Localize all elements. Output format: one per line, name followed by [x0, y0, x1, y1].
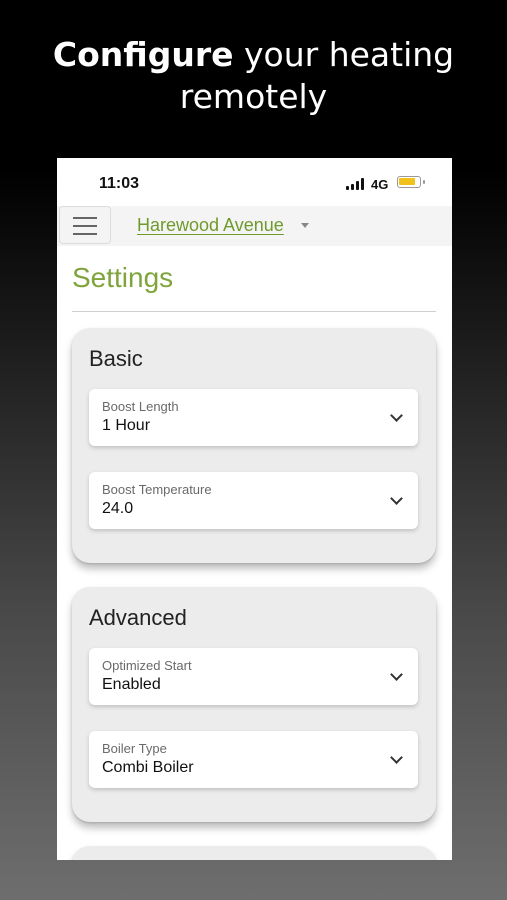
field-label: Optimized Start — [102, 658, 192, 673]
advanced-settings-card: Advanced Optimized Start Enabled Boiler … — [72, 587, 436, 822]
chevron-down-icon — [390, 668, 403, 681]
field-label: Boost Temperature — [102, 482, 212, 497]
next-settings-card — [72, 846, 436, 860]
promo-headline-bold: Configure — [52, 35, 234, 74]
network-type: 4G — [371, 177, 389, 192]
chevron-down-icon — [390, 409, 403, 422]
optimized-start-select[interactable]: Optimized Start Enabled — [89, 648, 418, 705]
promo-headline: Configure your heating remotely — [0, 34, 507, 118]
basic-settings-card: Basic Boost Length 1 Hour Boost Temperat… — [72, 328, 436, 563]
boiler-type-select[interactable]: Boiler Type Combi Boiler — [89, 731, 418, 788]
boost-length-select[interactable]: Boost Length 1 Hour — [89, 389, 418, 446]
top-navbar: Harewood Avenue — [57, 206, 452, 246]
hamburger-menu-icon[interactable] — [59, 206, 111, 244]
phone-screen: 11:03 4G Harewood Avenue Settings Basic … — [57, 158, 452, 860]
location-selector[interactable]: Harewood Avenue — [137, 215, 284, 236]
boost-temperature-select[interactable]: Boost Temperature 24.0 — [89, 472, 418, 529]
status-time: 11:03 — [99, 175, 140, 192]
field-value: Enabled — [102, 676, 161, 693]
signal-icon — [346, 178, 368, 190]
chevron-down-icon — [390, 751, 403, 764]
field-value: Combi Boiler — [102, 759, 194, 776]
page-title: Settings — [72, 262, 174, 293]
title-divider — [72, 311, 436, 312]
section-title-basic: Basic — [89, 346, 143, 371]
field-label: Boiler Type — [102, 741, 167, 756]
battery-icon — [397, 176, 425, 188]
field-value: 24.0 — [102, 500, 134, 517]
chevron-down-icon — [390, 492, 403, 505]
section-title-advanced: Advanced — [89, 605, 187, 630]
field-value: 1 Hour — [102, 417, 151, 434]
field-label: Boost Length — [102, 399, 179, 414]
caret-down-icon[interactable] — [301, 223, 309, 228]
status-bar: 11:03 4G — [57, 158, 452, 206]
